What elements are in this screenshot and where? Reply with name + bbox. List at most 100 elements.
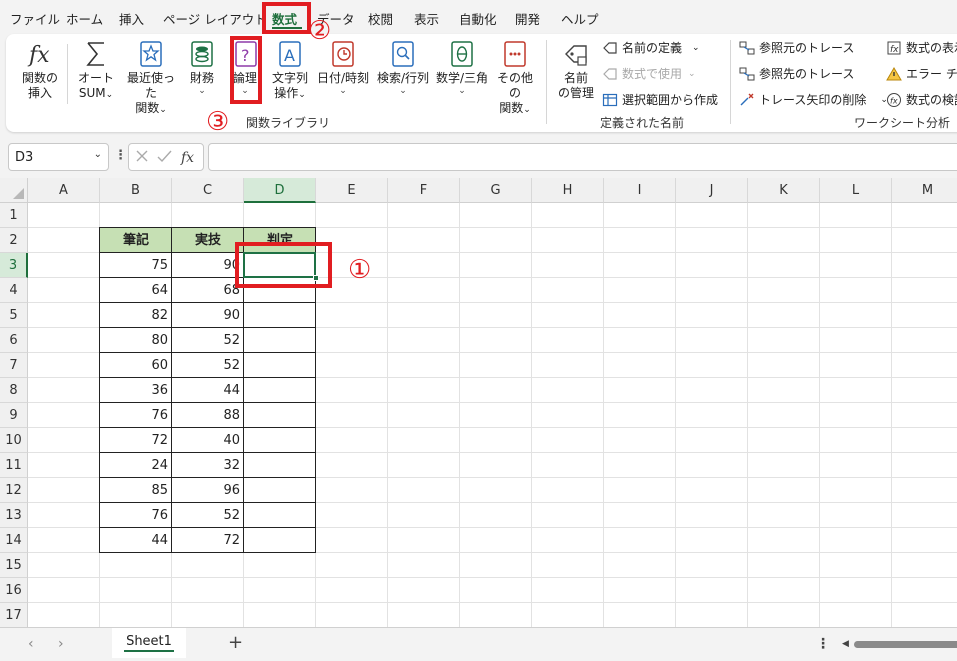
trace-dependents-button[interactable]: 参照先のトレース (739, 65, 854, 82)
table-header-cell[interactable]: 筆記 (100, 228, 172, 253)
column-header-d[interactable]: D (244, 178, 316, 203)
row-header-6[interactable]: 6 (0, 328, 28, 353)
row-header-12[interactable]: 12 (0, 478, 28, 503)
table-cell[interactable]: 90 (172, 303, 242, 328)
horizontal-scrollbar[interactable]: ◀ (842, 639, 957, 649)
show-formulas-button[interactable]: fx 数式の表示 (886, 39, 957, 56)
tab-automate[interactable]: 自動化 (459, 9, 497, 28)
create-from-selection-button[interactable]: 選択範囲から作成 (602, 91, 718, 108)
table-cell[interactable]: 44 (172, 378, 242, 403)
scroll-left-arrow-icon[interactable]: ◀ (842, 639, 849, 649)
column-header-j[interactable]: J (676, 178, 748, 203)
name-manager-button[interactable]: 名前 の管理 (556, 38, 596, 101)
row-header-15[interactable]: 15 (0, 553, 28, 578)
column-header-a[interactable]: A (28, 178, 100, 203)
name-box[interactable]: D3 ⌄ (8, 143, 109, 171)
cancel-icon[interactable] (136, 150, 148, 162)
table-cell[interactable]: 52 (172, 503, 242, 528)
table-cell[interactable] (244, 403, 314, 428)
text-functions-button[interactable]: A 文字列 操作⌄ (270, 38, 310, 103)
trace-precedents-button[interactable]: 参照元のトレース (739, 39, 854, 56)
tab-developer[interactable]: 開発 (515, 9, 540, 28)
row-header-16[interactable]: 16 (0, 578, 28, 603)
row-header-14[interactable]: 14 (0, 528, 28, 553)
row-header-1[interactable]: 1 (0, 203, 28, 228)
add-sheet-button[interactable]: + (228, 632, 243, 653)
column-header-g[interactable]: G (460, 178, 532, 203)
use-in-formula-button[interactable]: 数式で使用 ⌄ (602, 65, 696, 82)
column-header-i[interactable]: I (604, 178, 676, 203)
table-cell[interactable]: 85 (100, 478, 170, 503)
row-header-10[interactable]: 10 (0, 428, 28, 453)
table-cell[interactable]: 75 (100, 253, 170, 278)
row-header-3[interactable]: 3 (0, 253, 28, 278)
table-cell[interactable]: 72 (172, 528, 242, 553)
worksheet-grid[interactable]: ABCDEFGHIJKLM 1 2 3 4 5 6 7 8 9 10 11 12 13 14 15 16 17 … (0, 178, 957, 627)
table-cell[interactable]: 82 (100, 303, 170, 328)
enter-check-icon[interactable] (157, 150, 172, 163)
tab-review[interactable]: 校閲 (368, 9, 393, 28)
row-header-7[interactable]: 7 (0, 353, 28, 378)
table-cell[interactable]: 60 (100, 353, 170, 378)
evaluate-formula-button[interactable]: fx 数式の検証 (886, 91, 957, 108)
sheet-tab-sheet1[interactable]: Sheet1 (112, 628, 186, 658)
tab-view[interactable]: 表示 (414, 9, 439, 28)
tab-page-layout[interactable]: ページ レイアウト (163, 9, 267, 28)
row-header-17[interactable]: 17 (0, 603, 28, 627)
scrollbar-thumb[interactable] (854, 641, 957, 648)
table-cell[interactable]: 76 (100, 403, 170, 428)
column-header-f[interactable]: F (388, 178, 460, 203)
math-trig-button[interactable]: 数学/三角 ⌄ (434, 38, 490, 96)
table-cell[interactable] (244, 328, 314, 353)
table-cell[interactable]: 68 (172, 278, 242, 303)
financial-button[interactable]: 財務 ⌄ (182, 38, 222, 96)
table-header-cell[interactable]: 実技 (172, 228, 244, 253)
table-cell[interactable]: 64 (100, 278, 170, 303)
table-cell[interactable]: 88 (172, 403, 242, 428)
formula-input[interactable] (208, 143, 957, 171)
more-functions-button[interactable]: その他の 関数⌄ (492, 38, 538, 118)
tab-file[interactable]: ファイル (10, 9, 60, 28)
column-header-c[interactable]: C (172, 178, 244, 203)
table-cell[interactable] (244, 453, 314, 478)
lookup-button[interactable]: 検索/行列 ⌄ (374, 38, 432, 96)
insert-function-button[interactable]: fx 関数の 挿入 (18, 38, 62, 101)
row-header-11[interactable]: 11 (0, 453, 28, 478)
autosum-button[interactable]: オート SUM⌄ (70, 38, 122, 103)
datetime-button[interactable]: 日付/時刻 ⌄ (312, 38, 374, 96)
column-header-e[interactable]: E (316, 178, 388, 203)
column-header-h[interactable]: H (532, 178, 604, 203)
table-cell[interactable]: 32 (172, 453, 242, 478)
table-cell[interactable]: 80 (100, 328, 170, 353)
column-header-l[interactable]: L (820, 178, 892, 203)
table-cell[interactable]: 72 (100, 428, 170, 453)
scroll-right-icon[interactable]: › (58, 636, 64, 652)
table-cell[interactable] (244, 353, 314, 378)
select-all-button[interactable] (0, 178, 28, 203)
error-checking-button[interactable]: エラー チェック (886, 65, 957, 82)
table-cell[interactable] (244, 503, 314, 528)
more-options-icon[interactable]: ⋮ (114, 148, 127, 163)
table-cell[interactable]: 96 (172, 478, 242, 503)
row-header-13[interactable]: 13 (0, 503, 28, 528)
table-cell[interactable] (244, 428, 314, 453)
tab-home[interactable]: ホーム (66, 9, 103, 28)
table-cell[interactable]: 44 (100, 528, 170, 553)
column-header-k[interactable]: K (748, 178, 820, 203)
table-cell[interactable]: 76 (100, 503, 170, 528)
column-header-b[interactable]: B (100, 178, 172, 203)
recently-used-button[interactable]: 最近使った 関数⌄ (122, 38, 180, 118)
tab-help[interactable]: ヘルプ (561, 9, 599, 28)
table-cell[interactable] (244, 528, 314, 553)
table-cell[interactable]: 52 (172, 353, 242, 378)
remove-arrows-button[interactable]: トレース矢印の削除 ⌄ (739, 91, 888, 108)
table-cell[interactable]: 52 (172, 328, 242, 353)
row-header-8[interactable]: 8 (0, 378, 28, 403)
chevron-down-icon[interactable]: ⌄ (94, 149, 102, 160)
more-options-icon[interactable]: ⋮ (816, 636, 830, 652)
table-cell[interactable] (244, 478, 314, 503)
column-header-m[interactable]: M (892, 178, 957, 203)
row-header-5[interactable]: 5 (0, 303, 28, 328)
define-name-button[interactable]: 名前の定義 ⌄ (602, 39, 700, 56)
table-cell[interactable]: 36 (100, 378, 170, 403)
